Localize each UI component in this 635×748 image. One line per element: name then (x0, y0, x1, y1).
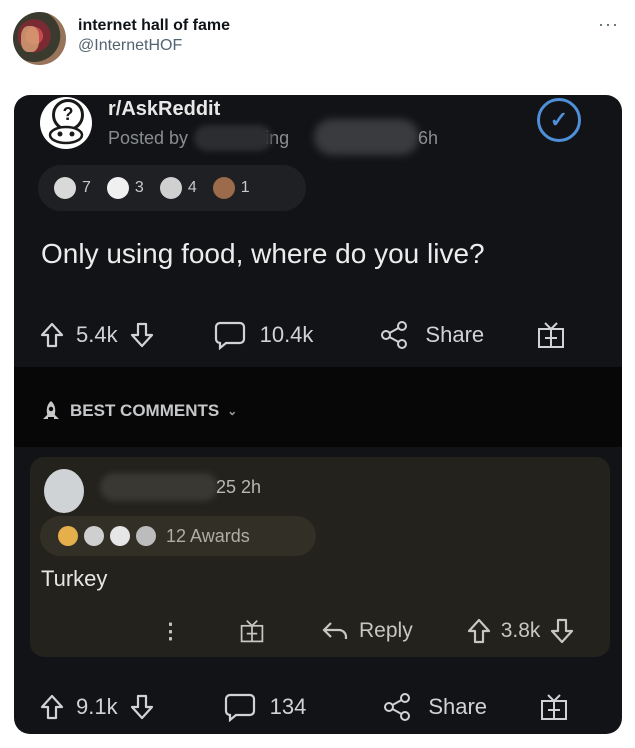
upvote-arrow-icon[interactable] (467, 618, 491, 644)
upvote-arrow-icon[interactable] (40, 322, 64, 348)
comment-body: Turkey (41, 566, 108, 591)
post-vote-count: 5.4k (76, 322, 118, 347)
embedded-reddit-screenshot[interactable]: ? r/AskReddit Posted by fucking 6h ✓ 7 3… (14, 95, 622, 734)
more-options-icon[interactable]: ⋮ (160, 619, 181, 644)
redacted-username-2 (314, 119, 419, 155)
downvote-arrow-icon[interactable] (130, 694, 154, 720)
award-icon (136, 526, 156, 546)
redacted-username (194, 125, 272, 151)
sort-comments-dropdown[interactable]: BEST COMMENTS ⌄ (40, 400, 237, 422)
award-icon (54, 177, 76, 199)
more-dots-icon[interactable]: ··· (598, 14, 619, 35)
subreddit-avatar: ? (40, 97, 92, 149)
gift-award-icon[interactable] (239, 618, 265, 644)
comment-score-time: 25 2h (216, 477, 262, 497)
rocket-icon (43, 401, 59, 419)
share-icon[interactable] (382, 692, 412, 722)
post-awards-bar[interactable]: 7 3 4 1 (38, 165, 306, 211)
award-icon (159, 177, 182, 199)
bottom-share-label[interactable]: Share (428, 694, 487, 720)
chevron-down-icon: ⌄ (227, 404, 238, 418)
award-icon (84, 526, 104, 546)
author-handle[interactable]: @InternetHOF (78, 37, 182, 55)
comment-action-row: ⋮ Reply 3.8k (30, 613, 610, 649)
award-icon (110, 526, 130, 546)
snoo-icon (48, 125, 84, 145)
comment-bubble-icon[interactable] (224, 692, 256, 722)
post-title[interactable]: Only using food, where do you live? (41, 238, 485, 270)
downvote-arrow-icon[interactable] (550, 618, 574, 644)
bottom-comment-count[interactable]: 134 (270, 694, 307, 720)
award-count: 4 (187, 179, 197, 196)
share-icon[interactable] (379, 320, 409, 350)
author-display-name[interactable]: internet hall of fame (78, 17, 230, 35)
bottom-vote-count: 9.1k (76, 694, 118, 719)
award-count: 1 (240, 179, 250, 196)
upvote-arrow-icon[interactable] (40, 694, 64, 720)
award-count: 3 (134, 179, 144, 196)
downvote-arrow-icon[interactable] (130, 322, 154, 348)
award-icon (106, 177, 129, 199)
commenter-avatar[interactable] (44, 469, 84, 513)
award-icon (58, 526, 78, 546)
gift-award-icon[interactable] (536, 320, 566, 350)
best-comments-label: BEST COMMENTS (70, 401, 220, 420)
redacted-commenter-name (100, 473, 218, 501)
comment-awards-bar[interactable]: 12 Awards (40, 516, 316, 556)
share-button-label[interactable]: Share (425, 322, 484, 348)
post-comment-count[interactable]: 10.4k (260, 322, 314, 348)
checkmark-icon[interactable]: ✓ (537, 98, 581, 142)
posted-by-prefix: Posted by (108, 128, 189, 148)
gift-award-icon[interactable] (539, 692, 569, 722)
best-comments-section: BEST COMMENTS ⌄ (14, 367, 622, 447)
subreddit-name[interactable]: r/AskReddit (108, 98, 220, 121)
author-avatar[interactable] (13, 12, 66, 65)
comment-vote-count: 3.8k (500, 619, 541, 642)
post-action-row: 5.4k 10.4k Share (14, 315, 622, 355)
reply-button-label[interactable]: Reply (359, 619, 413, 643)
reply-arrow-icon[interactable] (321, 620, 349, 642)
award-count: 7 (82, 179, 91, 196)
award-icon (212, 177, 235, 199)
comment-bubble-icon[interactable] (214, 320, 246, 350)
bottom-action-row: 9.1k 134 Share (14, 687, 622, 727)
comment-awards-count: 12 Awards (166, 525, 250, 546)
post-age: 6h (418, 128, 439, 148)
comment-card[interactable]: 25 2h 12 Awards Turkey ⋮ Reply 3.8k (30, 457, 610, 657)
